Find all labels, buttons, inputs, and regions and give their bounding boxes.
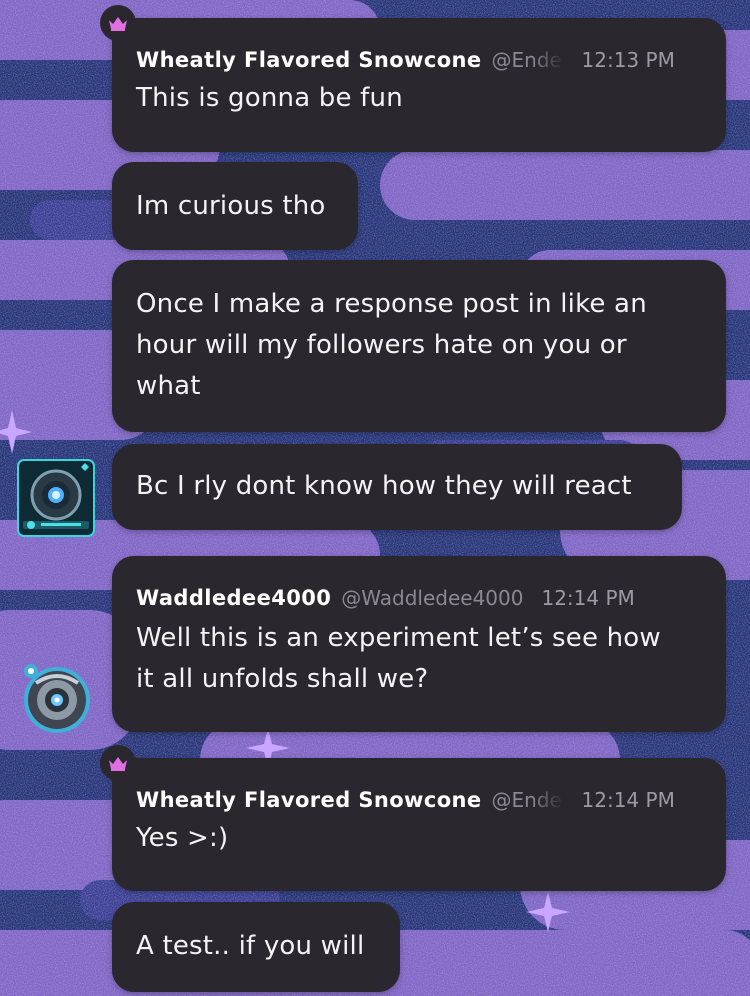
user-handle: @EnderWheatley	[491, 48, 564, 72]
crown-badge	[100, 5, 136, 41]
wheatley-avatar[interactable]	[17, 459, 95, 537]
timestamp: 12:13 PM	[581, 48, 675, 72]
user-handle: @Waddledee4000	[341, 586, 524, 610]
message-bubble[interactable]: Im curious tho	[112, 162, 358, 250]
timestamp: 12:14 PM	[541, 586, 635, 610]
message-line: what	[136, 371, 201, 401]
message-line: Once I make a response post in like an	[136, 289, 647, 319]
message-bubble[interactable]: Bc I rly dont know how they will react	[112, 444, 682, 530]
message-line: it all unfolds shall we?	[136, 664, 429, 694]
message-text: Yes >:)	[136, 823, 229, 853]
user-handle: @EnderWheatley	[491, 788, 564, 812]
message-header: Wheatly Flavored Snowcone @EnderWheatley…	[136, 780, 702, 820]
message-bubble[interactable]: Wheatly Flavored Snowcone @EnderWheatley…	[112, 18, 726, 152]
waddledee-avatar[interactable]	[20, 661, 94, 735]
username[interactable]: Wheatly Flavored Snowcone	[136, 40, 482, 80]
message-header: Wheatly Flavored Snowcone @EnderWheatley…	[136, 40, 702, 80]
crown-icon	[109, 17, 127, 31]
username[interactable]: Wheatly Flavored Snowcone	[136, 780, 482, 820]
message-text: Im curious tho	[136, 191, 326, 221]
timestamp: 12:14 PM	[581, 788, 675, 812]
message-header: Waddledee4000 @Waddledee4000 12:14 PM	[136, 578, 702, 618]
message-text: Well this is an experiment let’s see how…	[136, 618, 702, 700]
message-text: Once I make a response post in like an h…	[136, 284, 702, 407]
message-text: A test.. if you will	[136, 931, 365, 961]
message-line: Well this is an experiment let’s see how	[136, 623, 661, 653]
crown-badge	[100, 745, 136, 781]
message-text: Bc I rly dont know how they will react	[136, 471, 632, 501]
message-line: hour will my followers hate on you or	[136, 330, 627, 360]
message-bubble[interactable]: A test.. if you will	[112, 902, 400, 992]
message-bubble[interactable]: Once I make a response post in like an h…	[112, 260, 726, 432]
crown-icon	[109, 757, 127, 771]
message-text: This is gonna be fun	[136, 83, 403, 113]
message-bubble[interactable]: Waddledee4000 @Waddledee4000 12:14 PM We…	[112, 556, 726, 732]
username[interactable]: Waddledee4000	[136, 578, 331, 618]
message-bubble[interactable]: Wheatly Flavored Snowcone @EnderWheatley…	[112, 758, 726, 891]
